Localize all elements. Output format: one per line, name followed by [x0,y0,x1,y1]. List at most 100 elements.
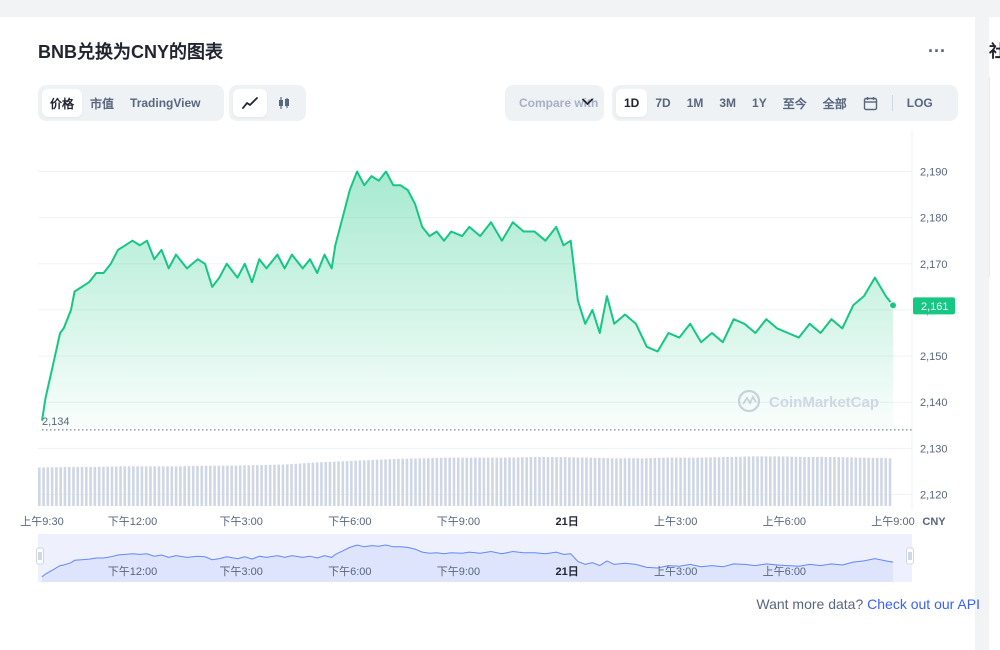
volume-bar [422,458,426,506]
volume-bar [529,457,533,506]
volume-bar [401,458,404,506]
volume-bar [345,461,349,506]
volume-bar [649,458,652,506]
volume-bar [790,456,793,506]
volume-bar [243,465,246,506]
volume-bar [756,456,759,506]
volume-bar [845,457,849,506]
volume-bar [362,460,366,506]
volume-bar [397,458,400,506]
volume-bar [880,458,883,506]
volume-bar [542,457,546,506]
volume-bar [854,457,858,506]
volume-bar [114,466,118,506]
volume-bar [769,456,772,506]
volume-bar [798,456,802,506]
volume-bar [833,457,836,506]
navigator-handle[interactable] [906,547,914,565]
x-tick-label: 下午12:00 [108,515,158,528]
volume-bar [474,457,477,506]
volume-bar [320,462,323,506]
volume-bar [418,458,422,506]
volume-bar [226,465,229,506]
volume-bar [589,457,593,506]
volume-bar [375,459,379,506]
volume-bar [521,457,524,506]
volume-bar [606,458,610,506]
volume-bar [123,466,127,506]
volume-bar [803,456,806,506]
navigator-tick-label: 上午3:00 [654,565,697,578]
api-promo-text: Want more data? [756,596,864,612]
volume-bar [645,458,648,506]
volume-bar [85,466,88,506]
volume-bar [93,466,97,506]
volume-bar [670,457,674,506]
watermark-text: CoinMarketCap [769,394,879,411]
api-link[interactable]: Check out our API [867,596,980,612]
volume-bar [516,457,520,506]
volume-bar [350,460,353,506]
volume-bar [132,466,135,506]
last-price-dot [889,301,897,310]
volume-bar [50,467,54,506]
volume-bar [106,466,109,506]
volume-bar [221,465,225,506]
volume-bar [546,457,550,506]
volume-bar [328,461,332,506]
y-tick-label: 2,150 [920,351,948,363]
volume-bar [610,458,614,506]
y-tick-label: 2,190 [920,167,948,179]
volume-bar [747,456,751,506]
volume-bar [683,457,687,506]
volume-bar [179,466,182,506]
volume-bar [183,466,186,506]
volume-bar [674,457,678,506]
volume-bar [247,465,251,506]
volume-bar [439,457,443,506]
volume-bar [722,457,725,506]
volume-bar [559,457,563,506]
volume-bar [794,456,798,506]
volume-bar [585,457,588,506]
volume-bar [563,457,567,506]
volume-bar [234,465,238,506]
volume-bar [696,457,699,506]
volume-bar [867,457,870,506]
volume-bar [751,456,755,506]
volume-bar [863,457,866,506]
navigator-handle[interactable] [36,547,44,565]
navigator-tick-label: 21日 [555,565,578,578]
volume-bar [290,464,293,506]
volume-bar [580,457,584,506]
volume-bar [858,457,862,506]
volume-bar [512,457,516,506]
volume-bar [456,457,460,506]
volume-bar [311,462,315,506]
y-tick-label: 2,180 [920,213,948,225]
volume-bar [657,457,661,506]
volume-bar [593,457,597,506]
navigator-tick-label: 下午3:00 [219,565,262,578]
volume-bar [200,465,204,506]
volume-bar [636,458,640,506]
volume-bar [256,465,259,506]
volume-bar [533,457,537,506]
volume-bar [777,456,781,506]
volume-bar [726,456,729,506]
volume-bar [157,466,161,506]
volume-bar [315,462,319,506]
volume-bar [102,466,105,506]
volume-bar [196,465,199,506]
volume-bar [63,466,67,506]
price-chart[interactable]: 2,1202,1302,1402,1502,1602,1702,1802,190… [0,0,1000,650]
navigator-tick-label: 下午9:00 [437,565,480,578]
volume-bar [89,466,92,506]
navigator-tick-label: 上午6:00 [763,565,806,578]
volume-bar [166,466,169,506]
volume-bar [452,457,456,506]
api-promo: Want more data? Check out our API [756,596,980,612]
open-price-label: 2,134 [42,416,70,428]
volume-bar [153,466,157,506]
volume-bar [828,457,832,506]
